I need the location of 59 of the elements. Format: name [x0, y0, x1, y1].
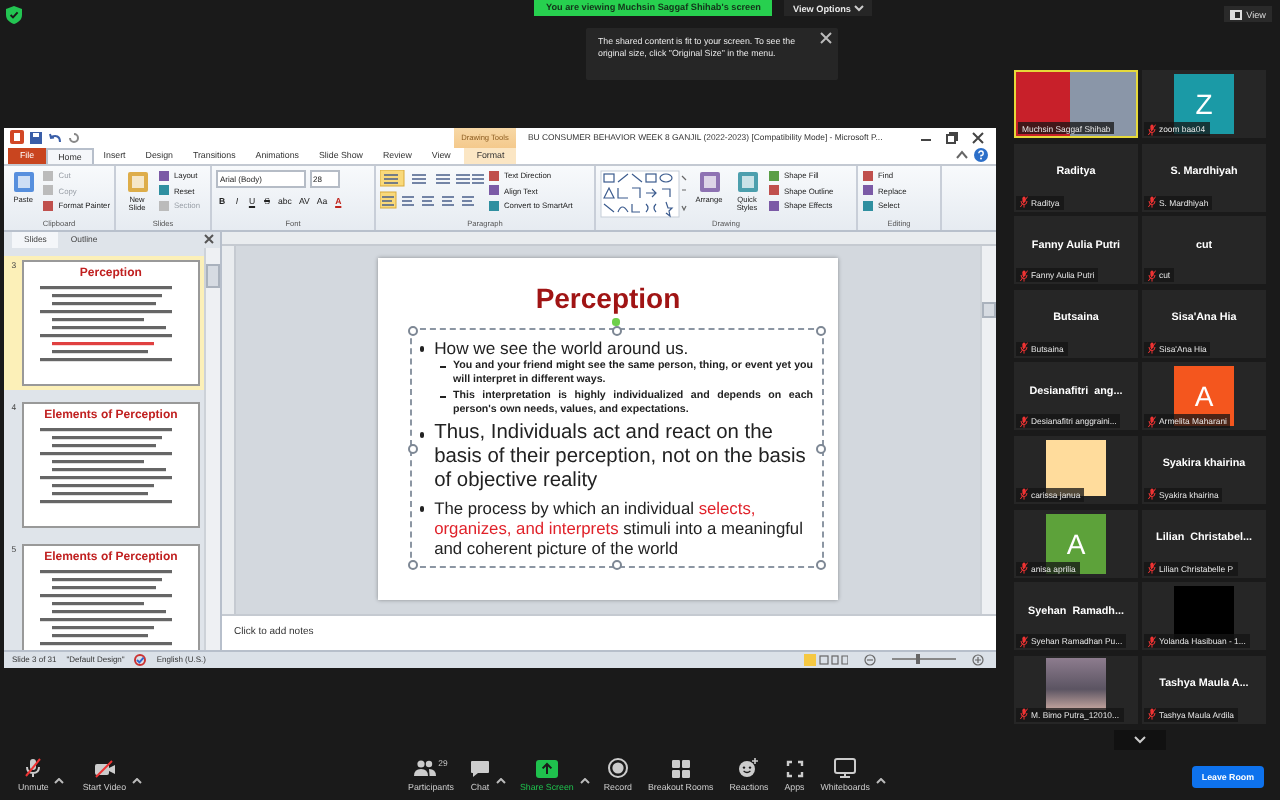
- command-icon: [697, 169, 721, 193]
- bullet-text: The process by which an individual selects, organizes, and interprets stimuli into a meaningful and coherent picture of the world: [434, 498, 805, 558]
- caret-icon: [495, 778, 506, 784]
- resize-handle[interactable]: [815, 326, 825, 336]
- resize-handle[interactable]: [815, 560, 825, 570]
- paragraph-tools-drawing[interactable]: [380, 169, 484, 209]
- whiteboard-icon: [834, 758, 857, 778]
- gallery-view-icon: [1230, 9, 1243, 19]
- view-buttons-icon[interactable]: [804, 653, 848, 665]
- slide-title: Perception: [535, 282, 681, 314]
- caret-icon: [854, 4, 865, 12]
- smiley-icon: [738, 758, 759, 778]
- caret-icon: [579, 778, 590, 784]
- save-icon[interactable]: [30, 131, 42, 143]
- zoom-in-icon[interactable]: [972, 653, 984, 665]
- bullet-icon: [419, 506, 425, 512]
- resize-handle[interactable]: [612, 560, 622, 570]
- restore-icon[interactable]: [946, 131, 958, 143]
- more-participants-button[interactable]: [1114, 729, 1166, 750]
- shapes-gallery-drawing[interactable]: [600, 169, 688, 217]
- caret-icon: [132, 778, 143, 784]
- caret-icon: [875, 778, 886, 784]
- bullet-text: Thus, Individuals act and react on the basis of their perception, not on the basis of objective reality: [434, 422, 808, 494]
- muted-mic-icon: [24, 758, 43, 778]
- command-icon: [125, 169, 149, 193]
- undo-icon[interactable]: [48, 131, 62, 143]
- resize-handle[interactable]: [407, 326, 417, 336]
- scrollbar[interactable]: [204, 247, 220, 649]
- bullet-text: How we see the world around us.: [434, 338, 689, 358]
- collapse-ribbon-icon[interactable]: [956, 150, 968, 160]
- record-icon: [607, 758, 628, 778]
- resize-handle[interactable]: [407, 444, 417, 454]
- resize-handle[interactable]: [407, 560, 417, 570]
- slider-thumb[interactable]: [915, 654, 920, 664]
- rotate-handle[interactable]: [612, 318, 619, 325]
- redo-icon[interactable]: [68, 131, 80, 143]
- command-icon: [735, 169, 759, 193]
- help-icon[interactable]: [974, 148, 988, 162]
- apps-icon: [785, 759, 804, 777]
- spellcheck-icon[interactable]: [134, 653, 147, 665]
- close-icon[interactable]: [820, 32, 832, 44]
- scrollbar[interactable]: [980, 245, 996, 613]
- photo-placeholder: [1046, 657, 1106, 710]
- people-icon: [414, 760, 437, 776]
- zoom-out-icon[interactable]: [864, 653, 876, 665]
- caret-icon: [54, 778, 65, 784]
- chevron-down-icon: [1134, 735, 1146, 744]
- grid-icon: [671, 759, 690, 777]
- bullet-icon: [419, 432, 425, 438]
- share-screen-icon: [535, 759, 558, 777]
- resize-handle[interactable]: [815, 444, 825, 454]
- shield-icon: [6, 6, 22, 24]
- command-icon: [11, 169, 36, 193]
- chat-icon: [469, 759, 490, 777]
- close-icon[interactable]: [972, 131, 984, 143]
- video-off-icon: [93, 759, 116, 777]
- video-placeholder: [1016, 72, 1136, 136]
- close-icon[interactable]: [204, 234, 214, 244]
- bullet-icon: [419, 346, 425, 352]
